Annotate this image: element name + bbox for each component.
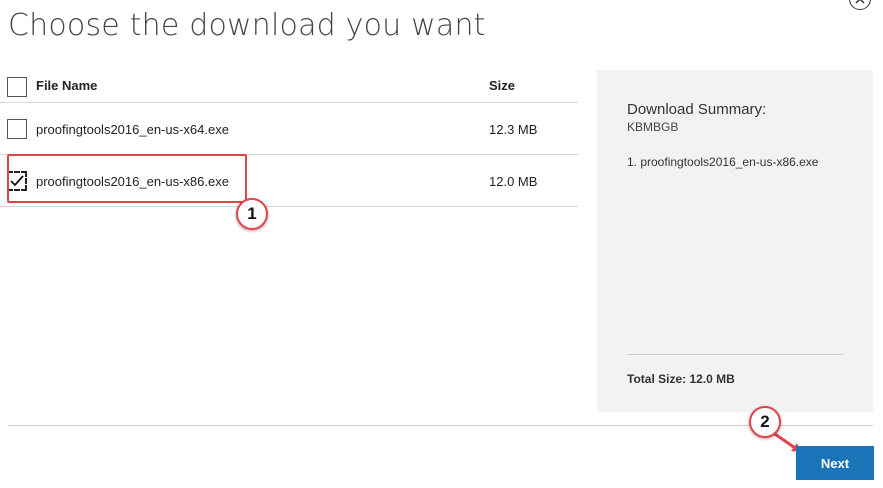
highlight-box — [7, 154, 247, 203]
summary-title: Download Summary: — [627, 101, 767, 118]
close-icon — [855, 0, 865, 4]
file-name-column-header: File Name — [36, 78, 98, 93]
file-size: 12.3 MB — [489, 122, 538, 137]
summary-subtitle: KBMBGB — [627, 120, 679, 134]
size-column-header: Size — [489, 78, 516, 93]
table-row[interactable]: proofingtools2016_en-us-x64.exe 12.3 MB — [0, 103, 578, 155]
step-badge-2: 2 — [749, 406, 781, 438]
select-all-checkbox[interactable] — [7, 77, 27, 97]
summary-total-size: Total Size: 12.0 MB — [627, 372, 735, 386]
page-title: Choose the download you want — [8, 8, 486, 43]
step-badge-1: 1 — [236, 198, 268, 230]
summary-divider — [627, 354, 843, 355]
file-checkbox-x64[interactable] — [7, 119, 27, 139]
close-button[interactable] — [849, 0, 871, 10]
download-summary-panel: Download Summary: KBMBGB 1. proofingtool… — [597, 70, 873, 412]
table-header: File Name Size — [0, 66, 578, 103]
next-button[interactable]: Next — [796, 446, 874, 480]
summary-item: 1. proofingtools2016_en-us-x86.exe — [627, 155, 819, 169]
file-size: 12.0 MB — [489, 174, 538, 189]
file-name: proofingtools2016_en-us-x64.exe — [36, 122, 229, 137]
footer-divider — [8, 425, 873, 426]
